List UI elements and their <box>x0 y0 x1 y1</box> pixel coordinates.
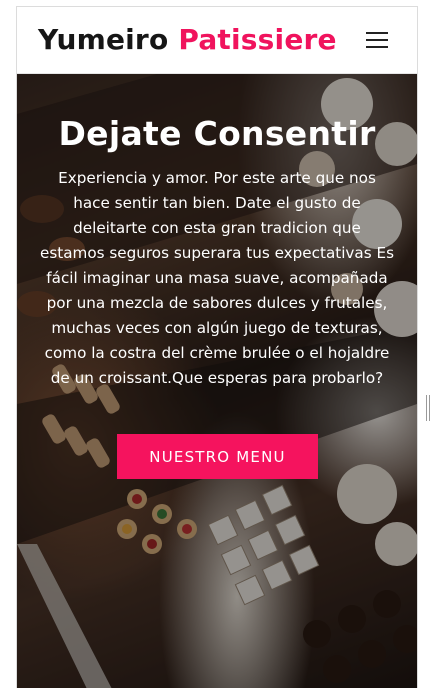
hamburger-menu-icon[interactable] <box>366 32 388 48</box>
navbar: Yumeiro Patissiere <box>17 7 417 74</box>
hero-title: Dejate Consentir <box>58 114 376 153</box>
hero-description: Experiencia y amor. Por este arte que no… <box>40 169 394 387</box>
hamburger-line <box>366 32 388 34</box>
scrollbar-track[interactable] <box>418 6 442 688</box>
hamburger-line <box>366 46 388 48</box>
hero-section: Dejate Consentir Experiencia y amor. Por… <box>17 74 417 688</box>
brand-name-second: Patissiere <box>178 23 337 56</box>
page-frame: Yumeiro Patissiere Dejate Consentir Expe… <box>16 6 418 688</box>
scrollbar-grip[interactable] <box>426 395 430 421</box>
hamburger-line <box>366 39 388 41</box>
brand-name-first: Yumeiro <box>38 23 169 56</box>
brand-logo[interactable]: Yumeiro Patissiere <box>38 23 337 56</box>
menu-cta-button[interactable]: NUESTRO MENU <box>117 434 318 479</box>
